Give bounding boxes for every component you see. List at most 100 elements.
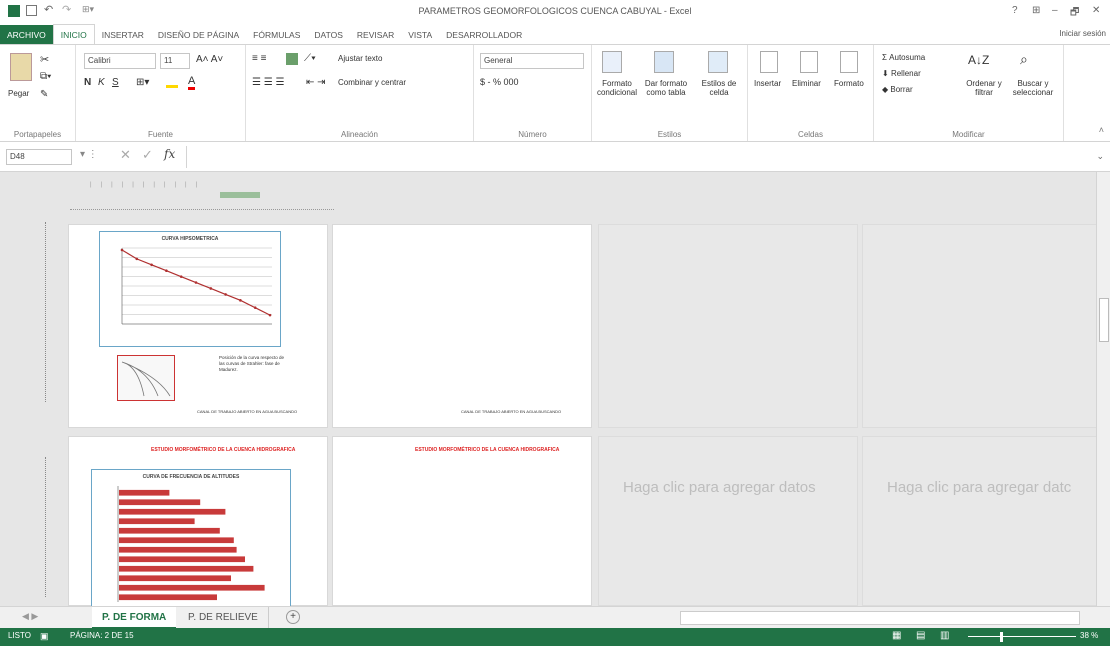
wrap-text-button[interactable]: Ajustar texto (338, 54, 382, 63)
autosum-button[interactable]: Σ Autosuma (882, 53, 925, 62)
zoom-level[interactable]: 38 % (1080, 631, 1098, 640)
add-data-placeholder-2[interactable]: Haga clic para agregar datc (887, 479, 1071, 496)
page-layout-view[interactable]: ||||||||||| CURVA HIPSOMETRICA Posición … (0, 172, 1110, 609)
close-icon[interactable]: ✕ (1092, 5, 1100, 16)
tab-archivo[interactable]: ARCHIVO (0, 25, 53, 45)
font-name-combo[interactable]: Calibri (84, 53, 156, 69)
font-color-icon[interactable]: A (188, 75, 196, 90)
sheet-tab-relieve[interactable]: P. DE RELIEVE (178, 607, 269, 629)
enter-icon[interactable]: ✓ (142, 147, 153, 163)
italic-icon[interactable]: K (98, 77, 105, 88)
merge-center-button[interactable]: Combinar y centrar (338, 78, 406, 87)
help-icon[interactable]: ? (1012, 5, 1018, 16)
insert-button[interactable]: Insertar (754, 79, 781, 88)
borders-icon[interactable]: ⊞▾ (136, 77, 149, 88)
horizontal-scrollbar[interactable] (680, 611, 1080, 625)
tab-inicio[interactable]: INICIO (52, 24, 95, 44)
tab-scroll-icon[interactable]: ◀ ▶ (22, 611, 38, 622)
fx-icon[interactable]: fx (164, 147, 175, 161)
zoom-thumb[interactable] (1000, 632, 1003, 642)
find-icon[interactable]: ⌕ (1020, 51, 1028, 68)
page-break-icon[interactable]: ▥ (940, 630, 949, 641)
page-4-empty[interactable] (862, 224, 1108, 428)
format-cells-icon[interactable] (840, 51, 858, 73)
number-format-combo[interactable]: General (480, 53, 584, 69)
paste-icon[interactable] (10, 53, 32, 81)
page-2[interactable]: CANAL DE TRABAJO ABIERTO EN AGUA BUSCAND… (332, 224, 592, 428)
clear-button[interactable]: ◆ Borrar (882, 85, 913, 94)
insert-cells-icon[interactable] (760, 51, 778, 73)
format-table-icon[interactable] (654, 51, 674, 73)
orientation-icon[interactable]: ⟋▾ (304, 53, 316, 64)
fill-button[interactable]: ⬇ Rellenar (882, 69, 921, 78)
normal-view-icon[interactable]: ▦ (892, 630, 901, 641)
conditional-format-icon[interactable] (602, 51, 622, 73)
cell-styles-button[interactable]: Estilos de celda (696, 79, 742, 97)
hypsometric-chart[interactable]: CURVA HIPSOMETRICA (99, 231, 281, 347)
align-middle-icon[interactable] (286, 53, 298, 65)
tab-vista[interactable]: VISTA (401, 25, 439, 45)
sign-in-link[interactable]: Iniciar sesión (1059, 29, 1106, 38)
tab-diseno[interactable]: DISEÑO DE PÁGINA (151, 25, 246, 45)
page-layout-icon[interactable]: ▤ (916, 630, 925, 641)
page-8-empty[interactable]: Haga clic para agregar datc (862, 436, 1108, 606)
tab-desarrollador[interactable]: DESARROLLADOR (439, 25, 529, 45)
underline-icon[interactable]: S (112, 77, 119, 88)
format-painter-icon[interactable]: ✎ (40, 89, 48, 100)
tab-formulas[interactable]: FÓRMULAS (246, 25, 307, 45)
fill-color-icon[interactable] (166, 76, 178, 88)
cell-styles-icon[interactable] (708, 51, 728, 73)
font-group: Calibri 11 A˄ A˅ N K S ⊞▾ A Fuente (76, 45, 246, 141)
bold-icon[interactable]: N (84, 77, 91, 88)
tab-insertar[interactable]: INSERTAR (95, 25, 151, 45)
page-1[interactable]: CURVA HIPSOMETRICA Posición de la curva … (68, 224, 328, 428)
sort-icon[interactable]: A↓Z (968, 53, 989, 67)
indent-icon[interactable]: ⇤ ⇥ (306, 77, 326, 88)
vertical-scrollbar[interactable] (1096, 172, 1110, 606)
frequency-bar (119, 556, 245, 563)
restore-icon[interactable]: 🗗 (1070, 5, 1079, 22)
data-point (194, 281, 198, 284)
formula-input[interactable] (186, 146, 1096, 168)
collapse-ribbon-icon[interactable]: ˄ (1099, 125, 1104, 135)
name-box[interactable]: D48 (6, 149, 72, 165)
cells-label: Celdas (798, 130, 823, 139)
conditional-format-button[interactable]: Formato condicional (594, 79, 640, 97)
find-select-button[interactable]: Buscar y seleccionar (1008, 79, 1058, 97)
page-3-empty[interactable] (598, 224, 858, 428)
page-7-empty[interactable]: Haga clic para agregar datos (598, 436, 858, 606)
cancel-icon[interactable]: ✕ (120, 147, 131, 163)
delete-button[interactable]: Eliminar (792, 79, 821, 88)
add-sheet-icon[interactable]: + (286, 610, 300, 624)
font-size-combo[interactable]: 11 (160, 53, 190, 69)
zoom-slider[interactable] (968, 636, 1076, 637)
sheet-tab-forma[interactable]: P. DE FORMA (92, 607, 177, 629)
minimize-icon[interactable]: – (1052, 5, 1058, 16)
paste-button[interactable]: Pegar (8, 89, 29, 98)
name-box-dropdown-icon[interactable]: ▾ ⋮ (80, 149, 98, 160)
data-point (209, 287, 213, 290)
macro-record-icon[interactable]: ▣ (40, 631, 49, 642)
window-title: PARAMETROS GEOMORFOLOGICOS CUENCA CABUYA… (418, 6, 692, 16)
tab-datos[interactable]: DATOS (307, 25, 350, 45)
ribbon-display-icon[interactable]: ⊞ (1032, 5, 1040, 16)
expand-formula-icon[interactable]: ⌄ (1096, 151, 1104, 162)
page-6[interactable]: ESTUDIO MORFOMÉTRICO DE LA CUENCA HIDROG… (332, 436, 592, 606)
accounting-format-icon[interactable]: $ - % 000 (480, 77, 519, 87)
add-data-placeholder[interactable]: Haga clic para agregar datos (623, 479, 816, 496)
scrollbar-thumb[interactable] (1099, 298, 1109, 342)
page-5[interactable]: ESTUDIO MORFOMÉTRICO DE LA CUENCA HIDROG… (68, 436, 328, 609)
copy-icon[interactable]: ⧉▾ (40, 71, 51, 82)
format-table-button[interactable]: Dar formato como tabla (642, 79, 690, 97)
sort-filter-button[interactable]: Ordenar y filtrar (964, 79, 1004, 97)
page6-red-title: ESTUDIO MORFOMÉTRICO DE LA CUENCA HIDROG… (415, 447, 560, 453)
font-grow-icon[interactable]: A˄ A˅ (196, 54, 223, 65)
align-top-icon[interactable]: ≡ ≡ (252, 53, 266, 64)
delete-cells-icon[interactable] (800, 51, 818, 73)
tab-revisar[interactable]: REVISAR (350, 25, 401, 45)
cut-icon[interactable]: ✂ (40, 53, 49, 66)
altitude-frequency-chart[interactable]: CURVA DE FRECUENCIA DE ALTITUDES (91, 469, 291, 609)
format-button[interactable]: Formato (834, 79, 864, 88)
sheet-tabs-bar: ◀ ▶ P. DE FORMA P. DE RELIEVE + (0, 606, 1110, 629)
align-left-icon[interactable]: ☰ ☰ ☰ (252, 77, 284, 88)
